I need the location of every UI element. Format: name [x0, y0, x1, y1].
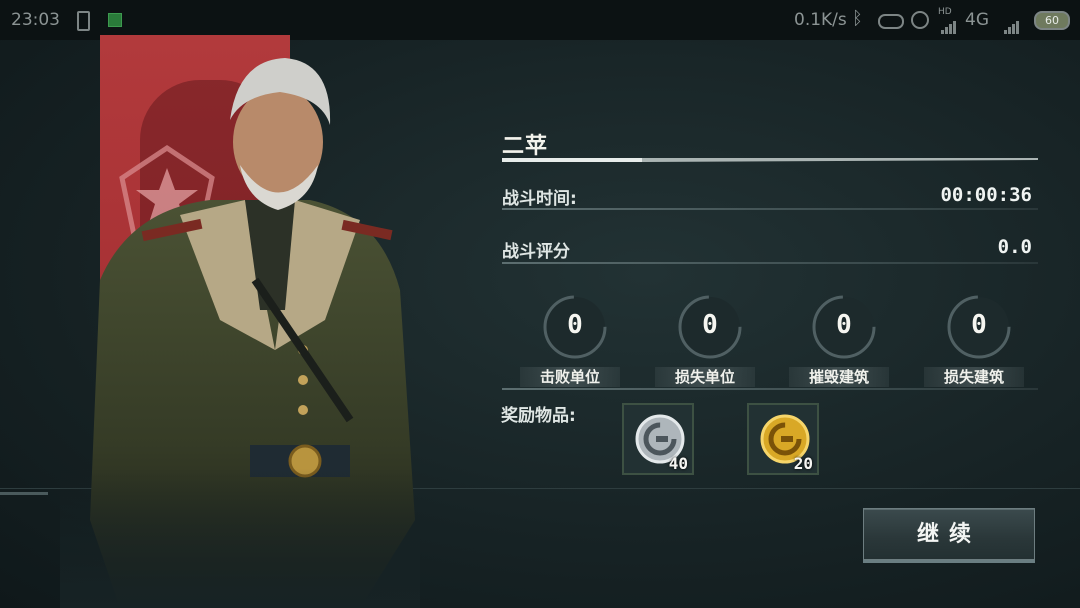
reward-item-silver[interactable]: 40 — [622, 403, 694, 475]
battle-time-label: 战斗时间: — [502, 189, 577, 209]
continue-button-label: 继续 — [916, 522, 981, 547]
rewards-label: 奖励物品: — [501, 406, 576, 426]
battle-score-rule — [502, 262, 1038, 264]
network-type: 4G — [965, 10, 989, 30]
stat-lost-buildings: 0 损失建筑 — [924, 292, 1034, 392]
battery-icon: 60 — [1034, 11, 1070, 30]
battle-score-value: 0.0 — [997, 236, 1032, 258]
alarm-icon — [911, 11, 929, 29]
stat-lost-units: 0 损失单位 — [655, 292, 765, 392]
stat-value: 0 — [836, 310, 852, 340]
battle-time-rule — [502, 208, 1038, 210]
sim-icon — [77, 11, 90, 31]
bluetooth-icon: ᛒ — [852, 8, 863, 29]
title-underline — [502, 158, 1038, 162]
stat-value: 0 — [567, 310, 583, 340]
continue-button-underline — [863, 560, 1035, 563]
stat-label: 损失单位 — [655, 367, 755, 387]
reward-count: 40 — [668, 454, 688, 473]
stat-label: 损失建筑 — [924, 367, 1024, 387]
commander-portrait — [60, 50, 420, 608]
stat-value: 0 — [702, 310, 718, 340]
stat-label: 击败单位 — [520, 367, 620, 387]
stat-label: 摧毁建筑 — [789, 367, 889, 387]
reward-item-gold[interactable]: 20 — [747, 403, 819, 475]
status-time: 23:03 — [11, 10, 60, 30]
battle-score-label: 战斗评分 — [502, 242, 570, 262]
stat-value: 0 — [971, 310, 987, 340]
reward-count: 20 — [793, 454, 813, 473]
link-icon — [878, 14, 904, 29]
continue-button[interactable]: 继续 — [863, 508, 1035, 563]
app-notification-icon — [108, 13, 122, 27]
stat-destroyed-buildings: 0 摧毁建筑 — [789, 292, 899, 392]
stage-title: 二苹 — [502, 134, 549, 159]
divider-accent — [0, 492, 48, 495]
signal-icon — [941, 14, 957, 34]
signal-icon-2 — [1004, 14, 1020, 34]
stat-defeated-units: 0 击败单位 — [520, 292, 630, 392]
battle-time-value: 00:00:36 — [940, 184, 1032, 206]
status-bar: 23:03 0.1K/s ᛒ HD 4G 60 — [0, 0, 1080, 40]
stats-rule — [502, 388, 1038, 390]
network-speed: 0.1K/s — [794, 10, 847, 30]
